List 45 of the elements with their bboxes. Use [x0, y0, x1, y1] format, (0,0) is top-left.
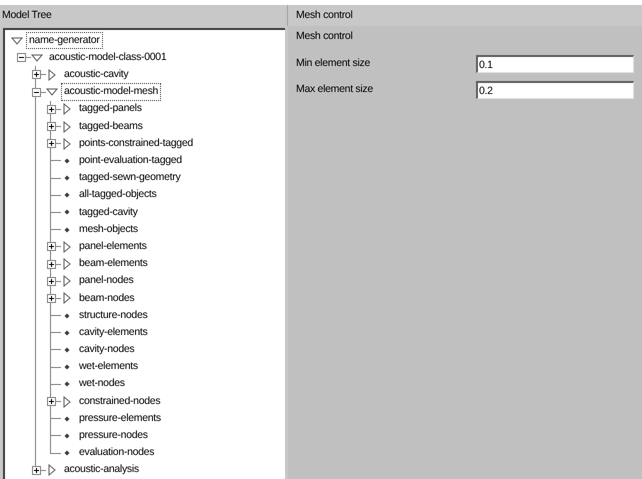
expand-icon[interactable] — [32, 466, 41, 475]
tree-item[interactable]: panel-elements — [77, 238, 149, 255]
tree-item[interactable]: acoustic-cavity — [62, 67, 130, 83]
tree-item[interactable]: panel-nodes — [77, 273, 136, 290]
tree-item[interactable]: tagged-cavity — [77, 204, 140, 220]
tree-item[interactable]: point-evaluation-tagged — [77, 153, 184, 169]
tree-item[interactable]: acoustic-analysis — [62, 462, 141, 478]
expand-icon[interactable] — [47, 397, 56, 406]
tree-item[interactable]: evaluation-nodes — [77, 445, 156, 461]
panel-title: Model Tree — [2, 8, 52, 23]
tree-item[interactable]: pressure-nodes — [77, 428, 150, 444]
tree-item[interactable]: tagged-panels — [77, 101, 144, 118]
tree-item[interactable]: beam-elements — [77, 256, 150, 272]
tree-item[interactable]: beam-nodes — [77, 290, 136, 306]
section-heading: Mesh control — [296, 29, 354, 44]
expand-icon[interactable] — [47, 276, 56, 286]
tree-item[interactable]: wet-nodes — [77, 376, 127, 392]
expand-icon[interactable] — [47, 242, 56, 252]
tree-item[interactable]: tagged-beams — [77, 118, 145, 134]
tree-item[interactable]: mesh-objects — [77, 222, 140, 238]
field-label: Min element size — [296, 56, 371, 71]
tree-item[interactable]: cavity-nodes — [77, 342, 136, 358]
expand-icon[interactable] — [47, 104, 56, 114]
tree-item[interactable]: points-constrained-tagged — [77, 136, 195, 152]
expand-icon[interactable] — [47, 139, 56, 148]
input-field[interactable]: 0.1 — [476, 55, 634, 73]
expand-icon[interactable] — [47, 294, 56, 303]
tree-item[interactable]: tagged-sewn-geometry — [77, 170, 182, 186]
expand-icon[interactable] — [47, 122, 56, 132]
tree-item[interactable]: wet-elements — [77, 359, 140, 376]
tree-item[interactable]: acoustic-model-mesh — [62, 84, 160, 100]
tree-item[interactable]: acoustic-model-class-0001 — [47, 50, 168, 66]
field-label: Max element size — [296, 82, 374, 97]
panel-title: Mesh control — [296, 8, 353, 23]
tree-item[interactable]: pressure-elements — [77, 410, 163, 427]
tree-item[interactable]: structure-nodes — [77, 308, 150, 324]
tree-item[interactable]: cavity-elements — [77, 324, 150, 341]
input-field[interactable]: 0.2 — [476, 81, 634, 99]
tree-item[interactable]: constrained-nodes — [77, 394, 162, 410]
expand-icon[interactable] — [47, 260, 56, 269]
collapse-icon[interactable] — [32, 88, 41, 97]
collapse-icon[interactable] — [17, 53, 26, 62]
tree-item[interactable]: all-tagged-objects — [77, 187, 158, 204]
tree-item[interactable]: name-generator — [27, 32, 102, 48]
expand-icon[interactable] — [32, 70, 41, 80]
